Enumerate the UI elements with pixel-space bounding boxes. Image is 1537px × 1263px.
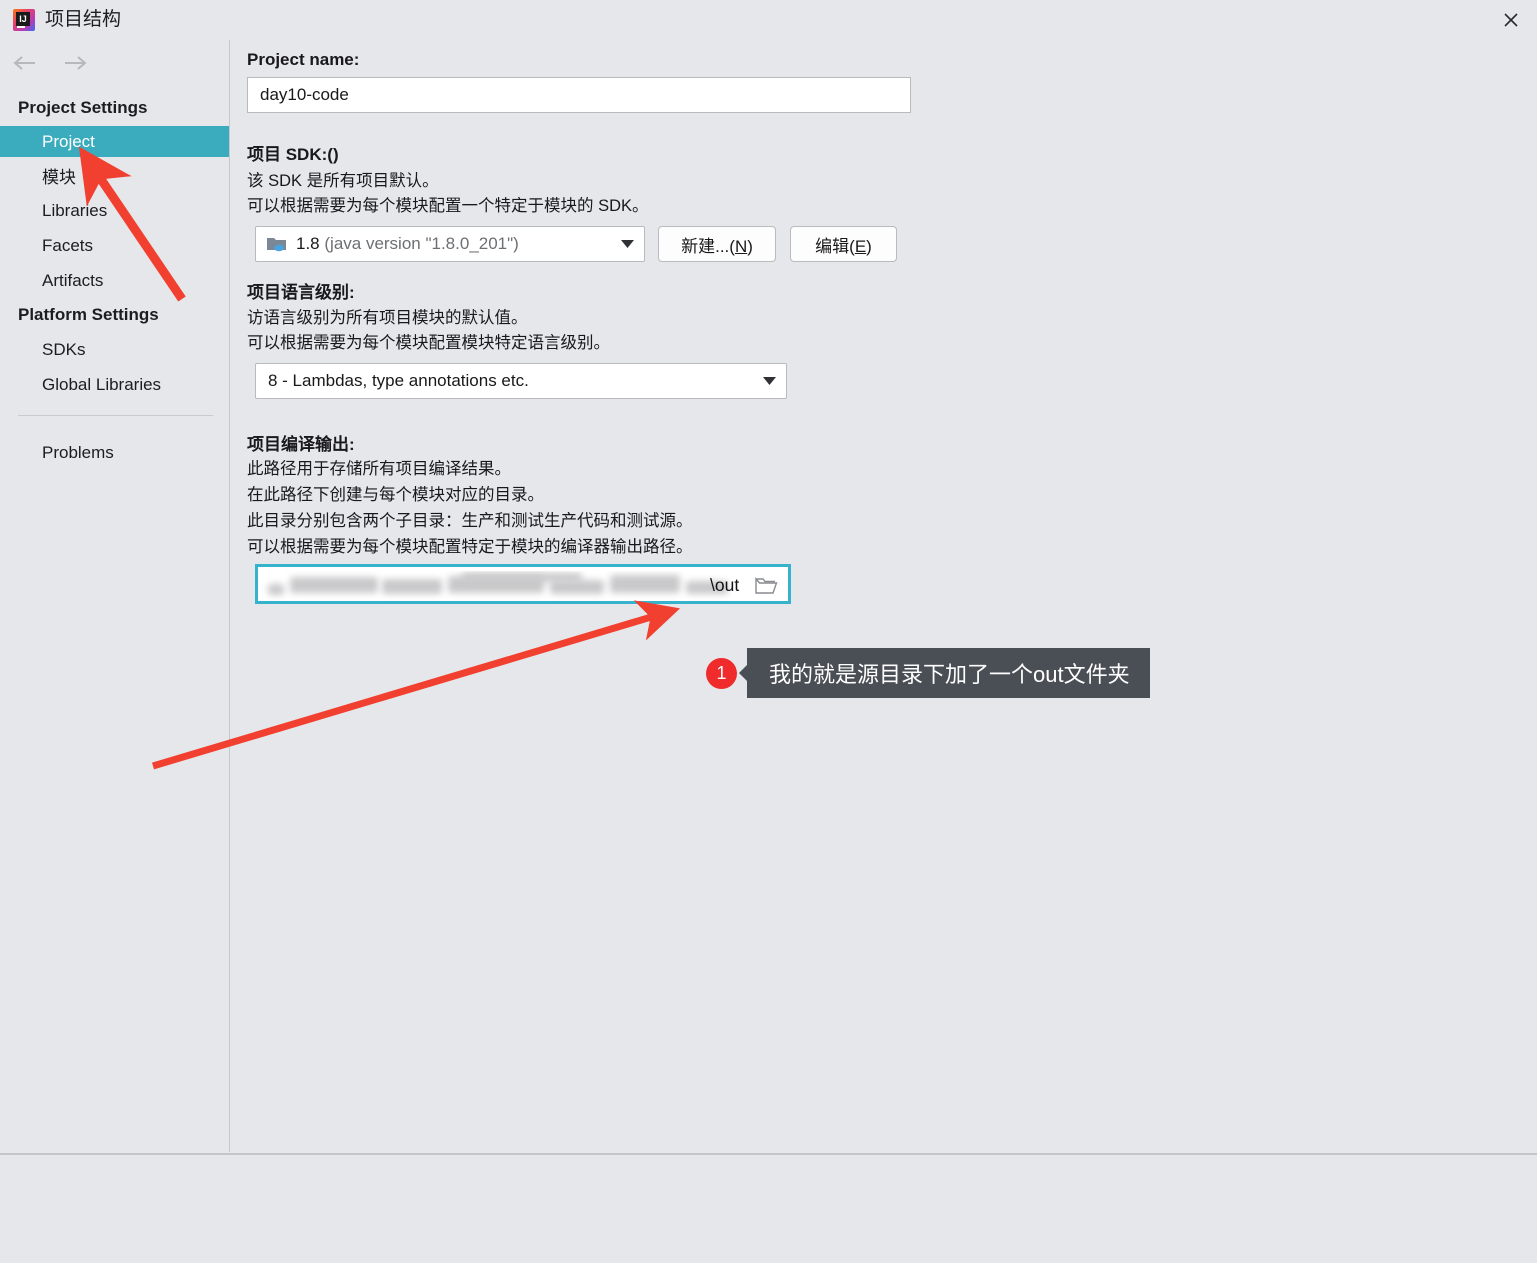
close-button[interactable] (1485, 0, 1537, 40)
compiler-output-desc-4: 可以根据需要为每个模块配置特定于模块的编译器输出路径。 (247, 538, 693, 556)
project-sdk-desc-2: 可以根据需要为每个模块配置一个特定于模块的 SDK。 (247, 197, 649, 215)
redacted-path-text (262, 571, 732, 601)
project-sdk-value: 1.8 (java version "1.8.0_201") (288, 234, 610, 254)
project-sdk-desc-1: 该 SDK 是所有项目默认。 (247, 172, 439, 190)
sdk-edit-button-label: 编辑(E) (815, 236, 872, 256)
sidebar: Project Settings Project 模块 Libraries Fa… (0, 40, 230, 1152)
sdk-new-button-label: 新建...(N) (681, 236, 753, 256)
title-bar: IJ 项目结构 (0, 0, 1537, 40)
sidebar-item-modules[interactable]: 模块 (0, 160, 229, 191)
sidebar-item-project[interactable]: Project (0, 126, 229, 157)
project-sdk-version: 1.8 (296, 234, 320, 253)
project-structure-dialog: IJ 项目结构 Project Settings Project 模块 Libr… (0, 0, 1537, 1263)
svg-text:IJ: IJ (19, 14, 27, 24)
project-sdk-combobox[interactable]: 1.8 (java version "1.8.0_201") (255, 226, 645, 262)
compiler-output-desc-2: 在此路径下创建与每个模块对应的目录。 (247, 486, 544, 504)
java-sdk-icon (266, 234, 288, 254)
sidebar-item-label: SDKs (42, 339, 86, 359)
language-level-value: 8 - Lambdas, type annotations etc. (268, 371, 529, 390)
language-level-desc-1: 访语言级别为所有项目模块的默认值。 (247, 309, 528, 327)
window-title: 项目结构 (45, 9, 122, 30)
arrow-left-icon (13, 56, 35, 70)
sidebar-item-label: Artifacts (42, 270, 104, 290)
sidebar-item-sdks[interactable]: SDKs (0, 334, 229, 365)
sidebar-item-libraries[interactable]: Libraries (0, 195, 229, 226)
sidebar-item-artifacts[interactable]: Artifacts (0, 265, 229, 296)
compiler-output-label: 项目编译输出: (247, 435, 355, 454)
language-level-desc-2: 可以根据需要为每个模块配置模块特定语言级别。 (247, 334, 610, 352)
sidebar-item-label: Facets (42, 235, 94, 255)
project-name-label: Project name: (247, 50, 360, 69)
arrow-right-icon (65, 56, 87, 70)
project-sdk-label: 项目 SDK:() (247, 145, 339, 164)
chevron-down-icon[interactable] (610, 240, 644, 248)
compiler-output-path-tail: \out (710, 575, 740, 595)
sidebar-item-label: Libraries (42, 200, 108, 220)
compiler-output-desc-3: 此目录分别包含两个子目录：生产和测试生产代码和测试源。 (247, 512, 693, 530)
sdk-edit-button[interactable]: 编辑(E) (790, 226, 897, 262)
forward-button[interactable] (60, 50, 90, 76)
navigation-arrows (10, 50, 90, 76)
compiler-output-path-input[interactable]: \out (255, 564, 791, 604)
sidebar-group-platform-settings: Platform Settings (18, 305, 159, 324)
chevron-down-icon[interactable] (752, 377, 786, 385)
sidebar-item-label: 模块 (42, 168, 76, 187)
language-level-combobox[interactable]: 8 - Lambdas, type annotations etc. (255, 363, 787, 399)
sidebar-item-problems[interactable]: Problems (0, 437, 229, 468)
project-name-input[interactable]: day10-code (247, 77, 911, 113)
sidebar-item-label: Project (42, 131, 95, 151)
sidebar-group-project-settings: Project Settings (18, 98, 148, 117)
dialog-footer: 确定 取消 应用(A) 帮助 (0, 1153, 1537, 1263)
sidebar-item-global-libraries[interactable]: Global Libraries (0, 369, 229, 400)
sdk-new-button[interactable]: 新建...(N) (658, 226, 776, 262)
sidebar-item-label: Problems (42, 442, 114, 462)
language-level-label: 项目语言级别: (247, 283, 355, 302)
close-icon (1504, 13, 1518, 27)
project-sdk-detail: (java version "1.8.0_201") (324, 234, 519, 253)
sidebar-item-facets[interactable]: Facets (0, 230, 229, 261)
sidebar-divider (18, 415, 213, 416)
compiler-output-desc-1: 此路径用于存储所有项目编译结果。 (247, 460, 511, 478)
folder-browse-icon[interactable] (754, 576, 778, 596)
back-button[interactable] (10, 50, 40, 76)
intellij-idea-icon: IJ (12, 8, 36, 32)
sidebar-item-label: Global Libraries (42, 374, 162, 394)
